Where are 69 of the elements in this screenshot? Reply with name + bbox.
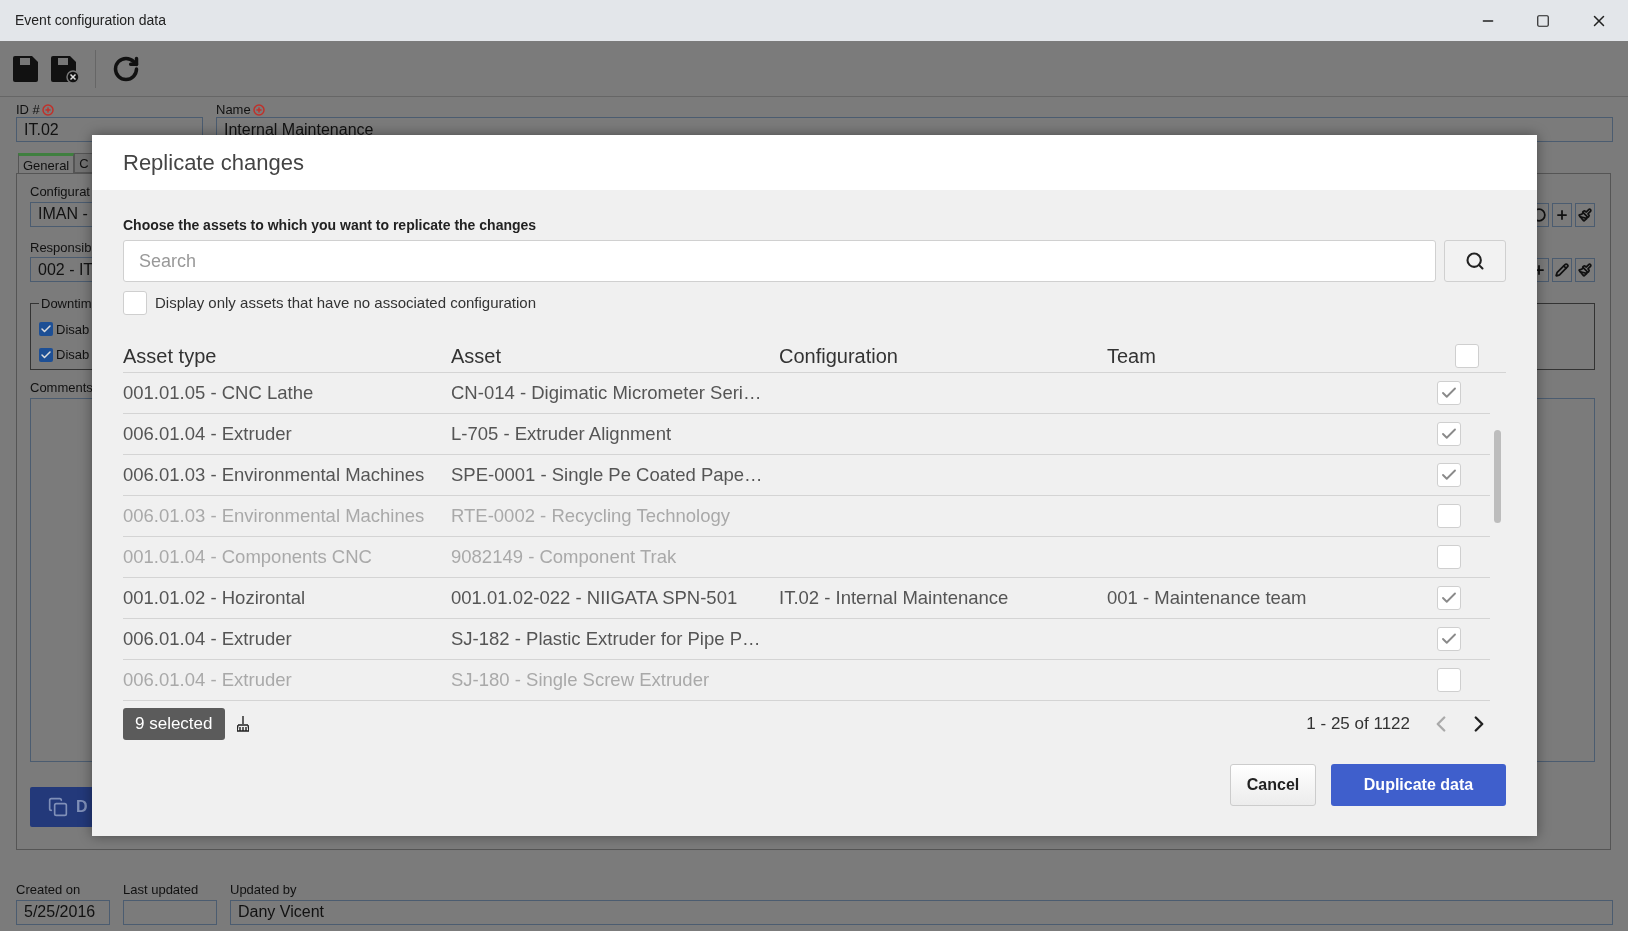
table-cell-text: 001.01.02-022 - NIIGATA SPN-501 (451, 586, 739, 611)
checkbox[interactable] (1437, 463, 1461, 487)
table-cell-text: 006.01.04 - Extruder (123, 668, 293, 693)
table-cell-text: RTE-0002 - Recycling Technology (451, 504, 732, 529)
table-cell-text: 001 - Maintenance team (1107, 586, 1308, 611)
pager-text: 1 - 25 of 1122 (1306, 713, 1410, 736)
check-icon (40, 348, 52, 361)
checkbox[interactable] (1437, 586, 1461, 610)
checkbox-label: Disab (56, 346, 90, 364)
save-close-icon[interactable] (49, 54, 79, 83)
brush-icon[interactable] (1575, 202, 1595, 227)
field-label: Created on (16, 881, 82, 899)
checkbox-label: Disab (56, 320, 90, 339)
prompt-text: Choose the assets to which you want to replicate the changes (123, 217, 538, 233)
table-cell-text: CN-014 - Digimatic Micrometer Seri… (451, 381, 763, 406)
checkbox[interactable] (39, 347, 53, 362)
last-updated-field[interactable] (123, 899, 217, 925)
checkbox[interactable] (1437, 627, 1461, 651)
save-icon[interactable] (11, 54, 41, 83)
table-cell-text: SJ-182 - Plastic Extruder for Pipe P… (451, 627, 762, 652)
table-cell-text: 006.01.03 - Environmental Machines (123, 463, 426, 488)
brush-icon[interactable] (1575, 258, 1595, 282)
field-label: Name (216, 100, 251, 119)
duplicate-data-button[interactable]: Duplicate data (1331, 764, 1506, 806)
maximize-icon[interactable] (1536, 13, 1550, 28)
column-header: Configuration (779, 343, 899, 369)
table-cell-text: 9082149 - Component Trak (451, 545, 678, 570)
checkbox-label: Display only assets that have no associated configuration (155, 292, 537, 313)
table-cell-text: SPE-0001 - Single Pe Coated Pape… (451, 463, 764, 488)
checkbox[interactable] (39, 322, 53, 337)
checkbox[interactable] (1437, 381, 1461, 405)
column-header: Team (1107, 343, 1157, 369)
pencil-icon[interactable] (1552, 258, 1572, 282)
search-field[interactable]: Search (123, 240, 1436, 282)
group-legend: Downtim (39, 294, 94, 314)
table-cell-text: 006.01.04 - Extruder (123, 627, 293, 652)
search-button[interactable] (1444, 240, 1506, 282)
table-cell-text: 001.01.02 - Hozirontal (123, 586, 307, 611)
field-label: Comments (30, 379, 93, 397)
checkbox[interactable] (1437, 422, 1461, 446)
table-cell-text: 001.01.04 - Components CNC (123, 545, 373, 570)
tab[interactable]: C (74, 153, 94, 173)
table-cell-text: 001.01.05 - CNC Lathe (123, 381, 315, 406)
broom-icon[interactable] (236, 716, 249, 732)
cancel-button[interactable]: Cancel (1230, 764, 1316, 806)
checkbox[interactable] (1455, 343, 1479, 368)
field-label: Responsib (30, 238, 93, 257)
field-label: ID # (16, 100, 40, 119)
table-cell-text: L-705 - Extruder Alignment (451, 422, 673, 447)
created-on-field[interactable]: 5/25/2016 (16, 899, 110, 925)
scrollbar[interactable] (1494, 430, 1501, 523)
table-cell-text: SJ-180 - Single Screw Extruder (451, 668, 711, 693)
required-icon (252, 103, 265, 116)
dialog-title: Replicate changes (123, 149, 304, 177)
copy-icon (48, 796, 68, 817)
field-label: Configurat (30, 183, 91, 201)
window-title: Event configuration data (15, 11, 166, 30)
column-header: Asset type (123, 343, 218, 369)
updated-by-field[interactable]: Dany Vicent (230, 899, 1613, 925)
table-cell-text: IT.02 - Internal Maintenance (779, 586, 1010, 611)
required-icon (41, 103, 54, 116)
selected-count: 9 selected (123, 708, 225, 740)
column-header: Asset (451, 343, 503, 369)
table-cell-text: 006.01.03 - Environmental Machines (123, 504, 426, 529)
checkbox[interactable] (123, 291, 147, 315)
field-label: Updated by (230, 881, 298, 899)
table-cell-text: 006.01.04 - Extruder (123, 422, 293, 447)
field-label: Last updated (123, 881, 200, 899)
refresh-icon[interactable] (112, 54, 140, 83)
